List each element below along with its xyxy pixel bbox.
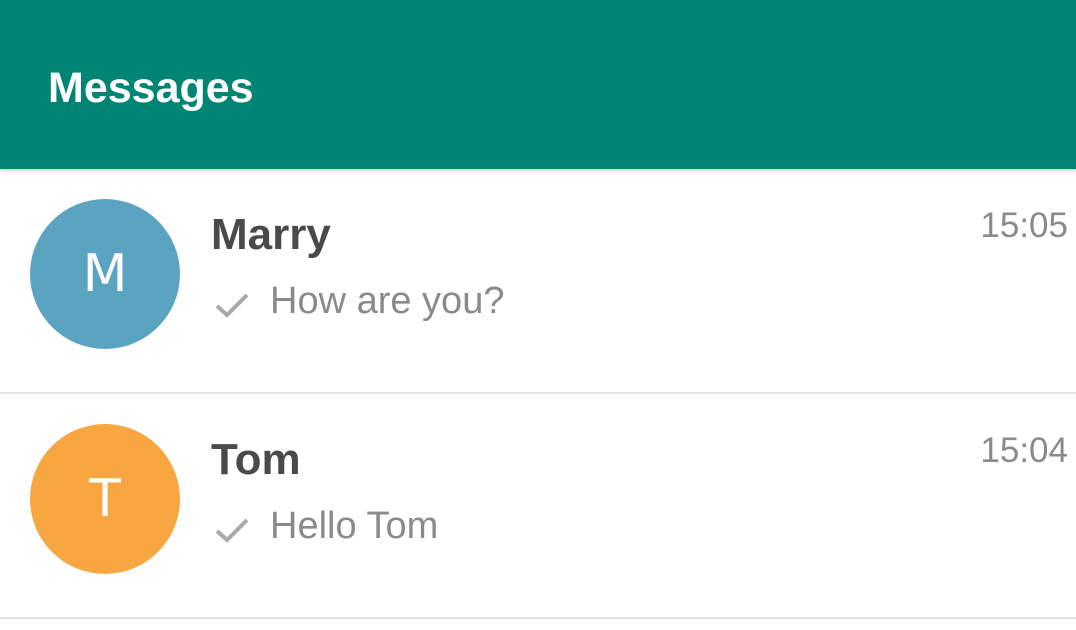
message-time: 15:04 (980, 431, 1068, 470)
messages-app: Messages M Marry 15:05 How are you? T To… (0, 0, 1076, 630)
avatar: M (30, 199, 180, 349)
message-preview-text: Hello Tom (270, 505, 439, 547)
check-icon (215, 518, 249, 543)
message-time: 15:05 (980, 206, 1068, 245)
conversation-row-tom[interactable]: T Tom 15:04 Hello Tom (0, 394, 1076, 619)
conversation-row-marry[interactable]: M Marry 15:05 How are you? (0, 169, 1076, 394)
message-preview-text: How are you? (270, 280, 505, 322)
message-preview: How are you? (214, 275, 504, 327)
message-preview: Hello Tom (214, 500, 438, 552)
contact-name: Tom (211, 435, 301, 484)
page-title: Messages (48, 64, 254, 112)
app-bar: Messages (0, 0, 1076, 169)
check-icon (215, 293, 249, 318)
avatar: T (30, 424, 180, 574)
conversation-list: M Marry 15:05 How are you? T Tom 15:04 H… (0, 169, 1076, 619)
contact-name: Marry (211, 210, 331, 259)
